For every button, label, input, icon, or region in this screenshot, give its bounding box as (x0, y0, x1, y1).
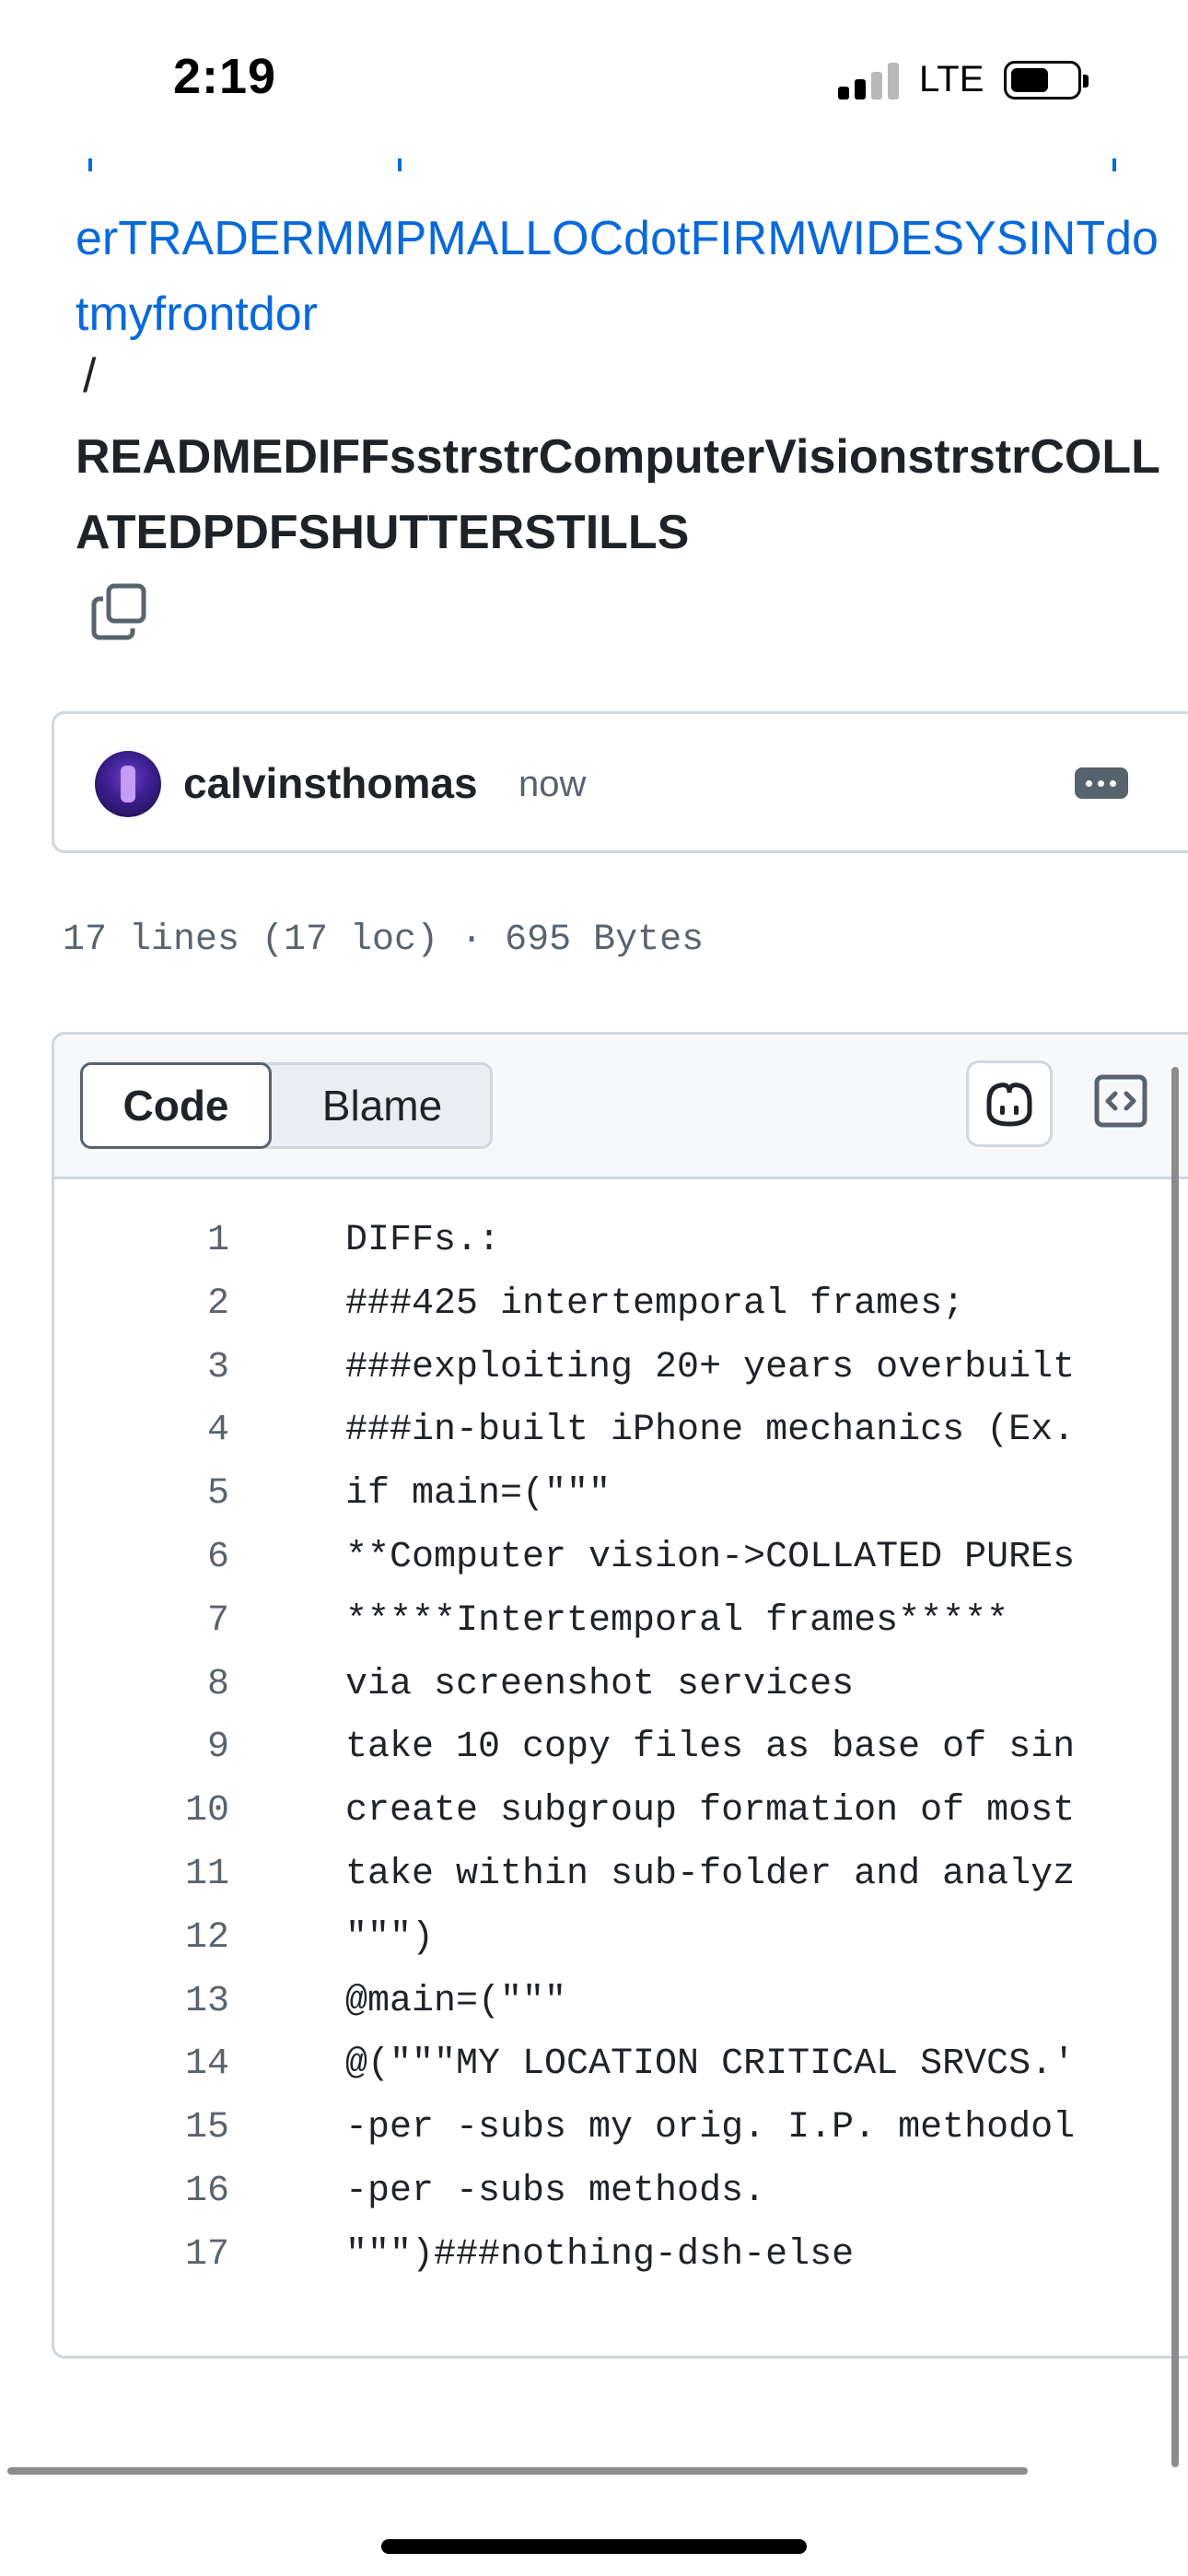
code-line: 16 -per -subs methods. (54, 2160, 1188, 2223)
line-content: via screenshot services (345, 1663, 855, 1705)
line-number[interactable]: 12 (54, 1907, 229, 1970)
path-truncated-line (76, 158, 1162, 171)
line-number[interactable]: 1 (54, 1210, 229, 1272)
horizontal-scrollbar[interactable] (7, 2467, 1028, 2475)
code-line: 8 via screenshot services (54, 1654, 1188, 1716)
network-type: LTE (919, 59, 984, 100)
code-line: 10 create subgroup formation of most (54, 1780, 1188, 1843)
avatar[interactable] (95, 751, 161, 817)
code-line: 2 ###425 intertemporal frames; (54, 1273, 1188, 1336)
line-number[interactable]: 7 (54, 1590, 229, 1653)
home-indicator[interactable] (381, 2539, 807, 2554)
code-line: 7 *****Intertemporal frames***** (54, 1590, 1188, 1653)
code-line: 13 @main=(""" (54, 1971, 1188, 2033)
code-line: 9 take 10 copy files as base of sin (54, 1716, 1188, 1779)
line-number[interactable]: 6 (54, 1527, 229, 1589)
line-content: @main=(""" (345, 1980, 567, 2022)
line-number[interactable]: 8 (54, 1654, 229, 1716)
line-number[interactable]: 10 (54, 1780, 229, 1843)
code-embed-icon (1094, 1074, 1147, 1128)
file-name: READMEDIFFsstrstrComputerVisionstrstrCOL… (76, 430, 1160, 559)
copy-path-button[interactable] (90, 580, 151, 641)
kebab-icon[interactable] (1075, 767, 1128, 799)
battery-icon (1004, 61, 1089, 100)
line-content: ###exploiting 20+ years overbuilt (345, 1346, 1076, 1388)
tab-blame[interactable]: Blame (272, 1065, 493, 1146)
repo-path-link[interactable]: erTRADERMMPMALLOCdotFIRMWIDESYSINTdotmyf… (76, 201, 1162, 352)
copy-icon (91, 583, 146, 640)
line-content: @("""MY LOCATION CRITICAL SRVCS.' (345, 2043, 1076, 2086)
code-panel: Code Blame 1 DIFFs.: 2 ###425 intertemporal… (52, 1032, 1188, 2359)
line-number[interactable]: 5 (54, 1463, 229, 1526)
line-number[interactable]: 15 (54, 2097, 229, 2160)
status-time: 2:19 (173, 49, 277, 104)
code-line: 14 @("""MY LOCATION CRITICAL SRVCS.' (54, 2033, 1188, 2096)
line-content: ###425 intertemporal frames; (345, 1282, 965, 1325)
file-meta: 17 lines (17 loc) · 695 Bytes (63, 919, 705, 961)
code-line: 3 ###exploiting 20+ years overbuilt (54, 1337, 1188, 1399)
code-line: 11 take within sub-folder and analyz (54, 1844, 1188, 1906)
status-bar: 2:19 LTE (0, 0, 1188, 157)
line-number[interactable]: 11 (54, 1844, 229, 1906)
line-number[interactable]: 2 (54, 1273, 229, 1336)
path-separator: / (83, 349, 97, 403)
line-content: """) (345, 1916, 435, 1959)
line-content: *****Intertemporal frames***** (345, 1599, 1009, 1642)
line-content: -per -subs methods. (345, 2171, 766, 2212)
line-number[interactable]: 4 (54, 1399, 229, 1462)
line-content: if main=(""" (345, 1473, 611, 1516)
vertical-scrollbar[interactable] (1171, 1067, 1179, 2467)
line-content: DIFFs.: (345, 1220, 501, 1261)
line-number[interactable]: 13 (54, 1971, 229, 2033)
tab-code[interactable]: Code (80, 1062, 272, 1149)
line-content: create subgroup formation of most (345, 1790, 1076, 1832)
line-number[interactable]: 14 (54, 2033, 229, 2096)
line-number[interactable]: 17 (54, 2224, 229, 2287)
code-blame-toggle: Code Blame (80, 1062, 493, 1149)
line-content: ###in-built iPhone mechanics (Ex. (345, 1410, 1076, 1452)
code-line: 6 **Computer vision->COLLATED PUREs (54, 1527, 1188, 1589)
code-line: 17 """)###nothing-dsh-else (54, 2224, 1188, 2287)
code-embed-button[interactable] (1093, 1073, 1148, 1129)
code-header: Code Blame (54, 1035, 1188, 1179)
copilot-icon (986, 1083, 1032, 1127)
latest-commit-box: calvinsthomas now (52, 711, 1188, 853)
line-number[interactable]: 16 (54, 2160, 229, 2223)
code-line: 4 ###in-built iPhone mechanics (Ex. (54, 1399, 1188, 1462)
copilot-button[interactable] (966, 1060, 1053, 1147)
commit-time: now (518, 764, 587, 804)
line-content: """)###nothing-dsh-else (345, 2233, 855, 2276)
line-content: take within sub-folder and analyz (345, 1854, 1076, 1895)
code-line: 15 -per -subs my orig. I.P. methodol (54, 2097, 1188, 2160)
cellular-signal-icon (838, 63, 903, 100)
line-content: -per -subs my orig. I.P. methodol (345, 2107, 1076, 2149)
commit-author[interactable]: calvinsthomas (183, 758, 478, 808)
line-number[interactable]: 3 (54, 1337, 229, 1399)
code-line: 1 DIFFs.: (54, 1210, 1188, 1272)
code-line: 12 """) (54, 1907, 1188, 1970)
line-content: **Computer vision->COLLATED PUREs (345, 1537, 1076, 1578)
line-number[interactable]: 9 (54, 1716, 229, 1779)
code-line: 5 if main=(""" (54, 1463, 1188, 1526)
line-content: take 10 copy files as base of sin (345, 1727, 1076, 1769)
